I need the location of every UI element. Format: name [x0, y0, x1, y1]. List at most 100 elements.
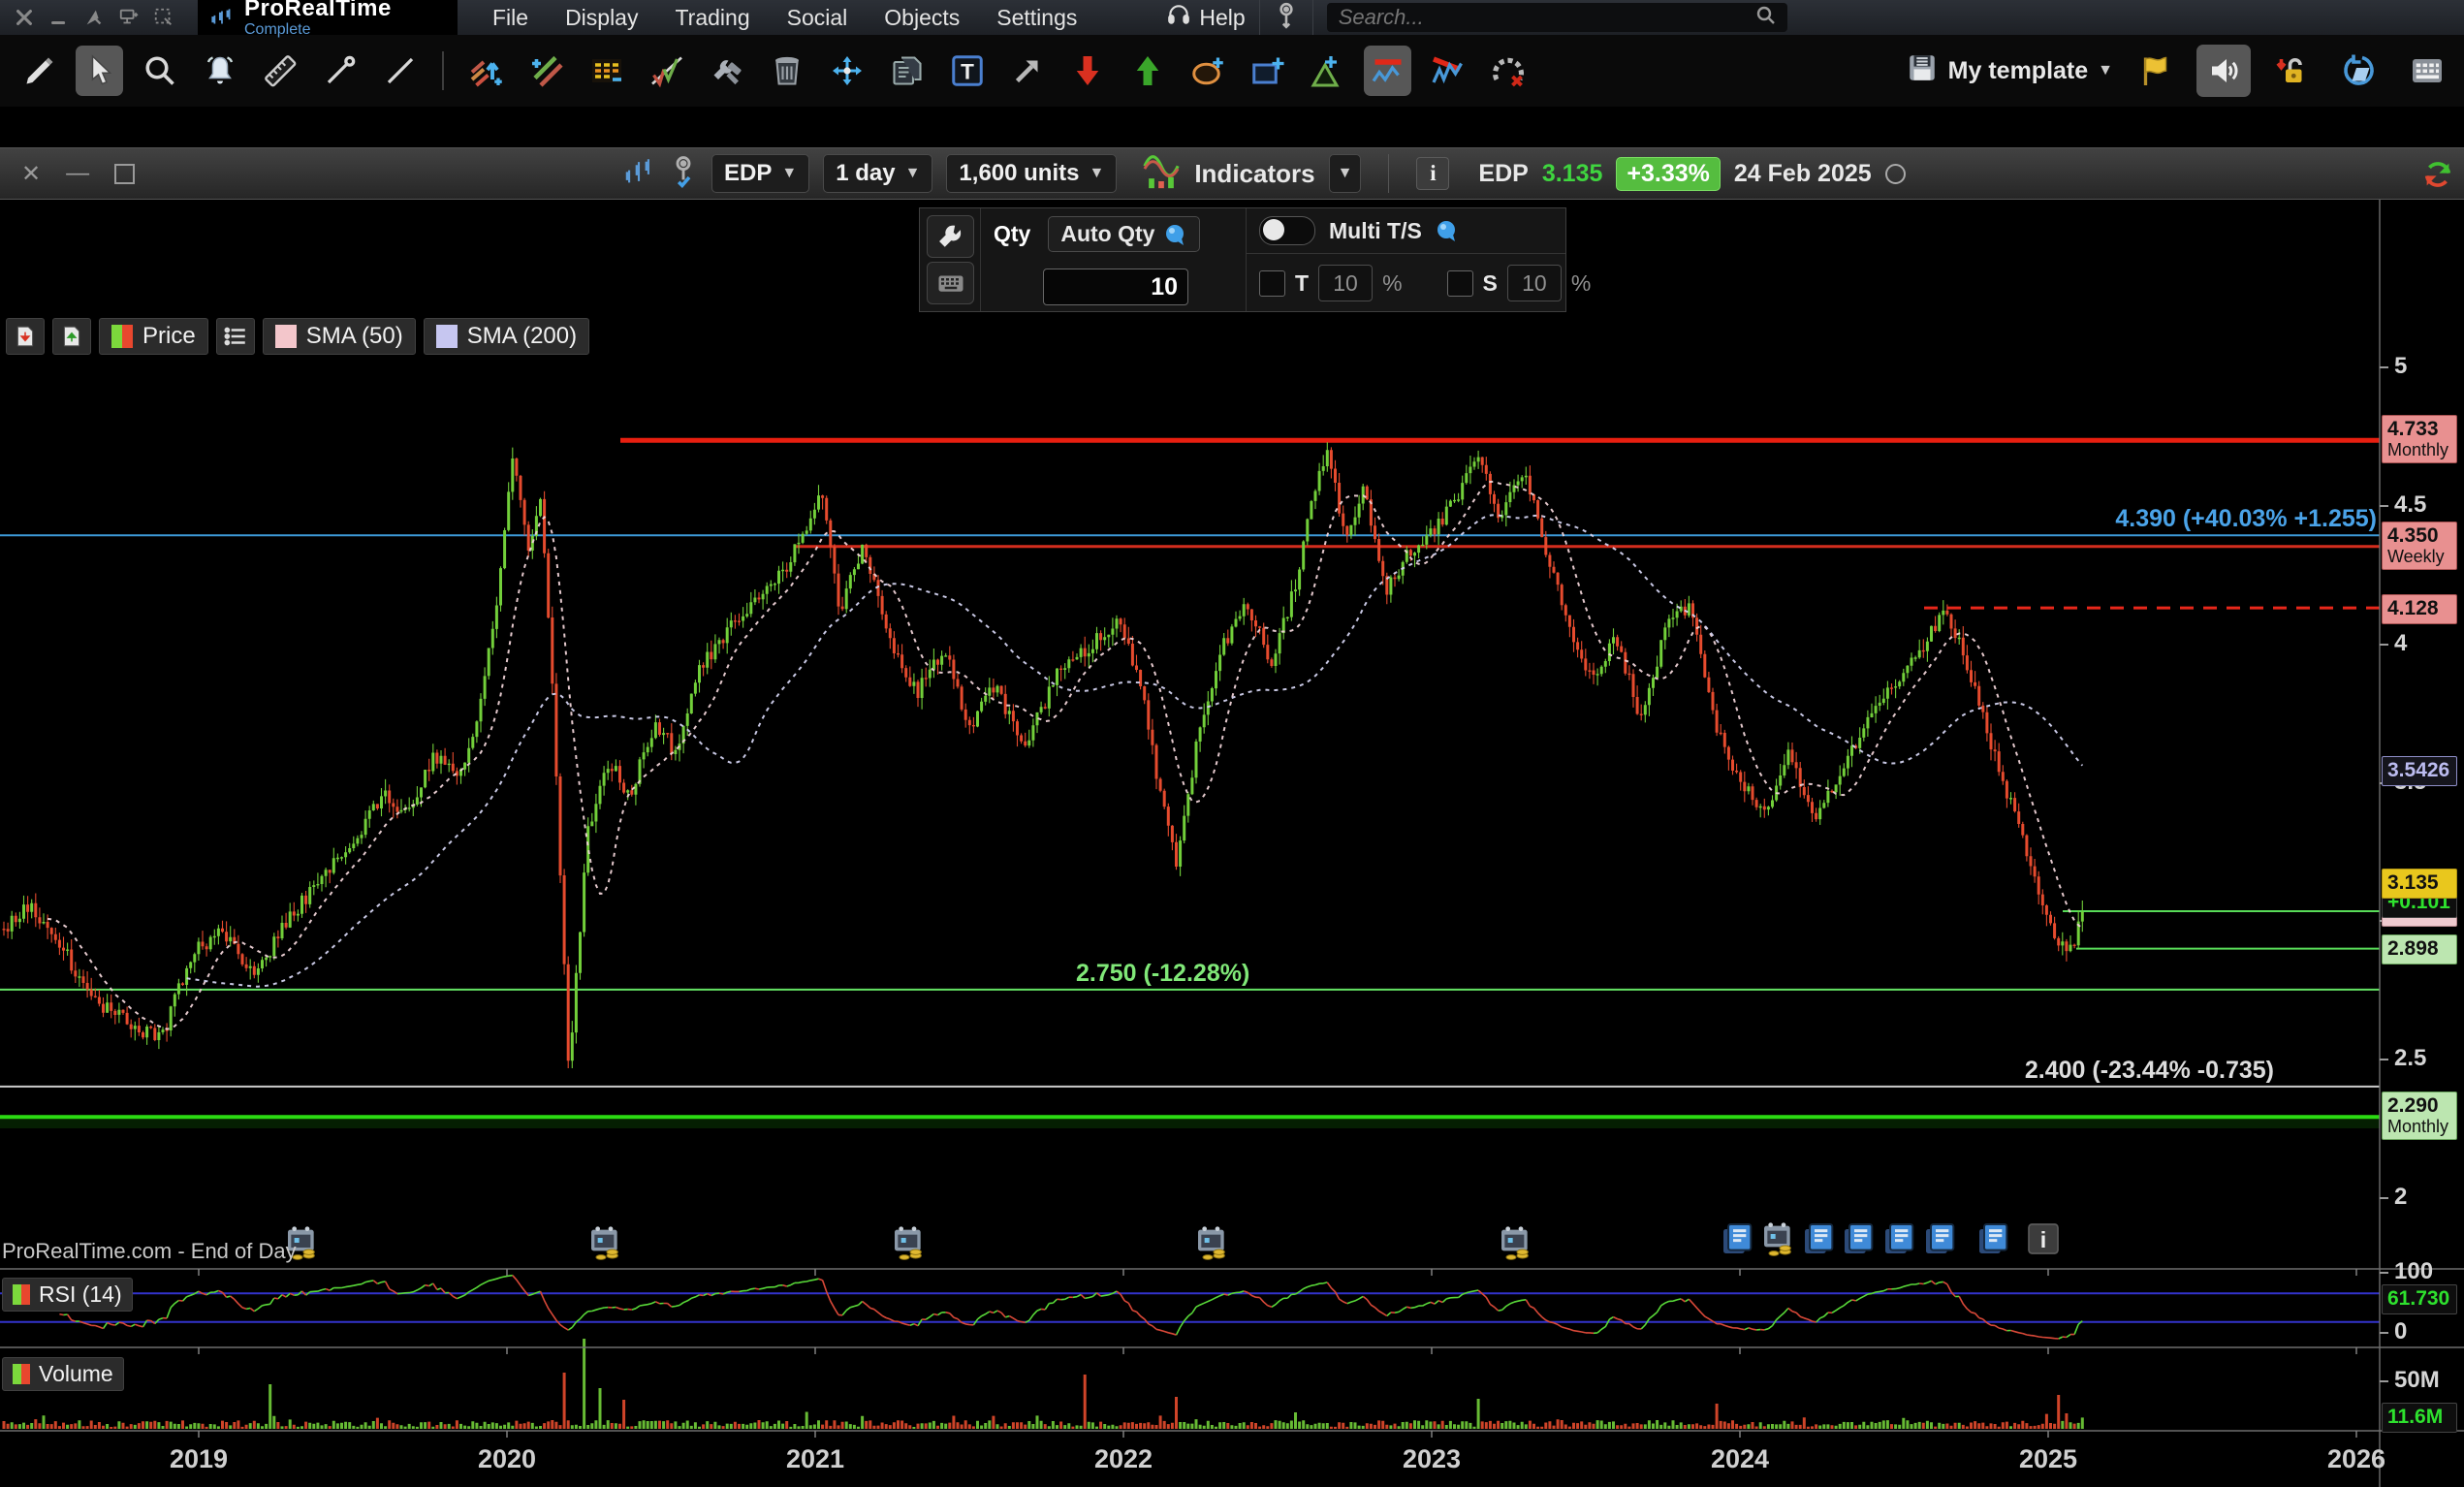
link-key-icon[interactable] — [1274, 1, 1299, 35]
sma200-chip[interactable]: SMA (200) — [424, 318, 589, 355]
rsi-tick-0: 0 — [2383, 1318, 2407, 1345]
menu-settings[interactable]: Settings — [996, 5, 1077, 31]
news-doc-icon[interactable] — [1921, 1219, 1960, 1258]
calendar-coins-icon[interactable] — [1759, 1219, 1798, 1258]
search-input[interactable] — [1337, 4, 1754, 31]
text-icon[interactable]: T — [943, 46, 991, 96]
copy-icon[interactable] — [883, 46, 931, 96]
export-down-icon[interactable] — [6, 318, 45, 355]
auto-qty-button[interactable]: Auto Qty — [1048, 216, 1200, 252]
order-settings-button[interactable] — [927, 215, 974, 258]
volume-indicator-chip[interactable]: Volume — [2, 1357, 124, 1391]
chart-maximize-button[interactable] — [114, 164, 135, 184]
minimize-icon[interactable] — [48, 7, 70, 28]
template-dropdown[interactable]: My template ▼ — [1906, 51, 2113, 91]
flag-icon[interactable] — [2129, 45, 2183, 97]
tools-icon[interactable] — [703, 46, 750, 96]
pin-icon[interactable] — [83, 7, 105, 28]
target-percent-input[interactable] — [1318, 265, 1373, 301]
keyboard-order-button[interactable] — [927, 262, 974, 304]
zigzag-icon[interactable] — [643, 46, 690, 96]
matrix-icon[interactable] — [2400, 45, 2454, 97]
list-icon[interactable] — [216, 318, 255, 355]
trend-arrows-icon[interactable] — [462, 46, 510, 96]
rsi-indicator-chip[interactable]: RSI (14) — [2, 1278, 133, 1312]
sound-icon[interactable] — [2196, 45, 2251, 97]
select-tool-icon[interactable] — [153, 7, 174, 28]
price-swatch — [111, 325, 133, 348]
trendline-icon[interactable] — [376, 46, 424, 96]
timeframe-select[interactable]: 1 day▼ — [823, 154, 932, 193]
protect-icon[interactable] — [2264, 45, 2319, 97]
calendar-coins-icon[interactable] — [890, 1223, 929, 1262]
menu-file[interactable]: File — [492, 5, 528, 31]
export-up-icon[interactable] — [52, 318, 91, 355]
news-doc-icon[interactable] — [1719, 1219, 1757, 1258]
calendar-coins-icon[interactable] — [586, 1223, 625, 1262]
sma50-line[interactable] — [47, 482, 2082, 1029]
gauge-icon[interactable] — [1484, 46, 1532, 96]
candlestick-style-icon[interactable] — [622, 155, 655, 193]
sma50-chip[interactable]: SMA (50) — [263, 318, 416, 355]
move-icon[interactable] — [823, 46, 870, 96]
menu-display[interactable]: Display — [565, 5, 638, 31]
calendar-coins-icon[interactable] — [1193, 1223, 1232, 1262]
stop-unit: % — [1571, 270, 1591, 297]
channel-plus-icon[interactable] — [522, 46, 570, 96]
menu-objects[interactable]: Objects — [884, 5, 960, 31]
qty-tab[interactable]: Qty — [990, 217, 1034, 251]
restore-icon[interactable] — [2332, 45, 2386, 97]
alert-bell-icon[interactable] — [196, 46, 243, 96]
stop-checkbox[interactable] — [1447, 270, 1473, 297]
quantity-input[interactable] — [1043, 269, 1188, 305]
screens-icon[interactable] — [118, 7, 140, 28]
menu-trading[interactable]: Trading — [675, 5, 749, 31]
arrow-down-icon[interactable] — [1063, 46, 1111, 96]
chart-close-button[interactable]: ✕ — [21, 160, 41, 188]
price-series-chip[interactable]: Price — [99, 318, 208, 355]
realtime-refresh-icon[interactable] — [2421, 158, 2454, 196]
x-axis-year: 2023 — [1403, 1444, 1461, 1473]
news-doc-icon[interactable] — [1880, 1219, 1919, 1258]
indicators-dropdown[interactable]: ▼ — [1329, 154, 1362, 193]
news-doc-icon[interactable] — [1800, 1219, 1839, 1258]
zoom-icon[interactable] — [136, 46, 183, 96]
highlighter-icon[interactable] — [16, 46, 63, 96]
triangle-plus-icon[interactable] — [1304, 46, 1351, 96]
sma200-line[interactable] — [187, 515, 2083, 987]
info-icon[interactable]: i — [2024, 1219, 2063, 1258]
search-icon[interactable] — [1754, 4, 1778, 32]
arrow-ne-icon[interactable] — [1003, 46, 1051, 96]
ellipse-plus-icon[interactable] — [1184, 46, 1231, 96]
close-x-icon[interactable] — [14, 7, 35, 28]
chart-minimize-button[interactable]: — — [66, 160, 89, 187]
link-chart-icon[interactable] — [669, 154, 698, 194]
news-doc-icon[interactable] — [1974, 1219, 2013, 1258]
cursor-icon[interactable] — [76, 46, 123, 96]
main-menu-bar: ProRealTime Complete FileDisplayTradingS… — [0, 0, 2464, 35]
ruler-icon[interactable] — [256, 46, 303, 96]
symbol-select[interactable]: EDP▼ — [711, 154, 809, 193]
resistance-icon[interactable] — [1364, 46, 1411, 96]
units-select[interactable]: 1,600 units▼ — [946, 154, 1117, 193]
help-menu[interactable]: Help — [1166, 2, 1245, 33]
chevron-down-icon: ▼ — [1338, 165, 1353, 182]
rect-plus-icon[interactable] — [1244, 46, 1291, 96]
levels-icon[interactable] — [583, 46, 630, 96]
calendar-coins-icon[interactable] — [1497, 1223, 1535, 1262]
price-axis[interactable]: 54.543.532.524.733Monthly4.350Weekly4.12… — [2381, 199, 2464, 1487]
arrow-up-icon[interactable] — [1123, 46, 1171, 96]
target-checkbox[interactable] — [1259, 270, 1285, 297]
indicators-button[interactable]: Indicators — [1194, 159, 1314, 189]
timeframe-value: 1 day — [836, 160, 895, 187]
trash-icon[interactable] — [763, 46, 810, 96]
info-icon[interactable]: i — [1416, 157, 1449, 190]
prorealtime-logo-icon — [209, 5, 235, 30]
stop-percent-input[interactable] — [1507, 265, 1562, 301]
segment-icon[interactable] — [316, 46, 363, 96]
save-template-icon[interactable] — [1906, 63, 1939, 90]
multi-ts-toggle[interactable] — [1259, 216, 1315, 245]
trend-break-icon[interactable] — [1424, 46, 1471, 96]
news-doc-icon[interactable] — [1840, 1219, 1879, 1258]
menu-social[interactable]: Social — [787, 5, 848, 31]
